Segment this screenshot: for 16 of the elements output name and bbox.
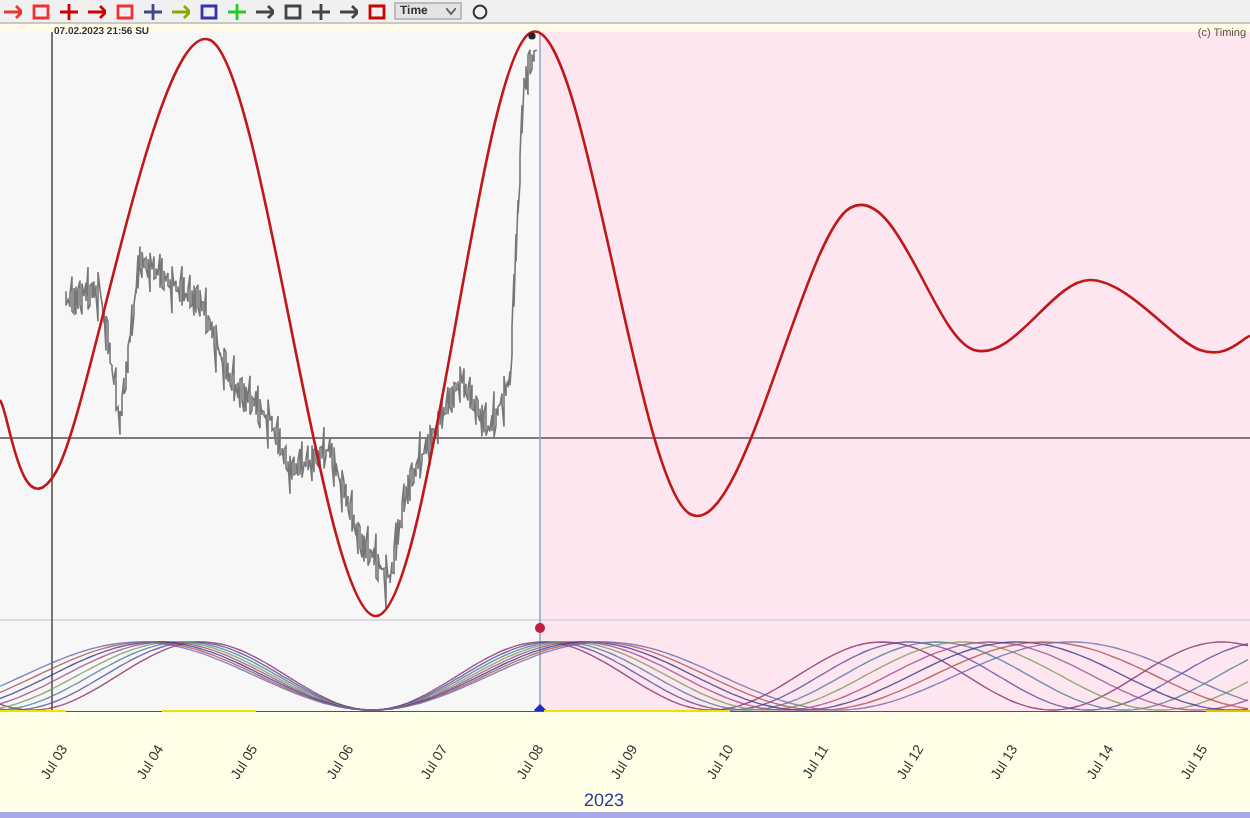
toolbar-icon[interactable] bbox=[254, 1, 274, 21]
peak-marker bbox=[528, 32, 536, 40]
toolbar-icon[interactable] bbox=[142, 1, 162, 21]
toolbar-icon[interactable] bbox=[30, 1, 50, 21]
toolbar-icon[interactable] bbox=[86, 1, 106, 21]
toolbar-icon[interactable] bbox=[114, 1, 134, 21]
year-label: 2023 bbox=[584, 790, 625, 810]
toolbar-icon[interactable] bbox=[282, 1, 302, 21]
cycle-marker bbox=[535, 623, 545, 633]
toolbar-icon[interactable] bbox=[310, 1, 330, 21]
toolbar-icon[interactable] bbox=[366, 1, 386, 21]
caret-icon bbox=[446, 7, 456, 15]
toolbar-icon[interactable] bbox=[2, 1, 22, 21]
toolbar-icon[interactable] bbox=[58, 1, 78, 21]
toolbar-icon[interactable] bbox=[198, 1, 218, 21]
toolbar-icon[interactable] bbox=[338, 1, 358, 21]
